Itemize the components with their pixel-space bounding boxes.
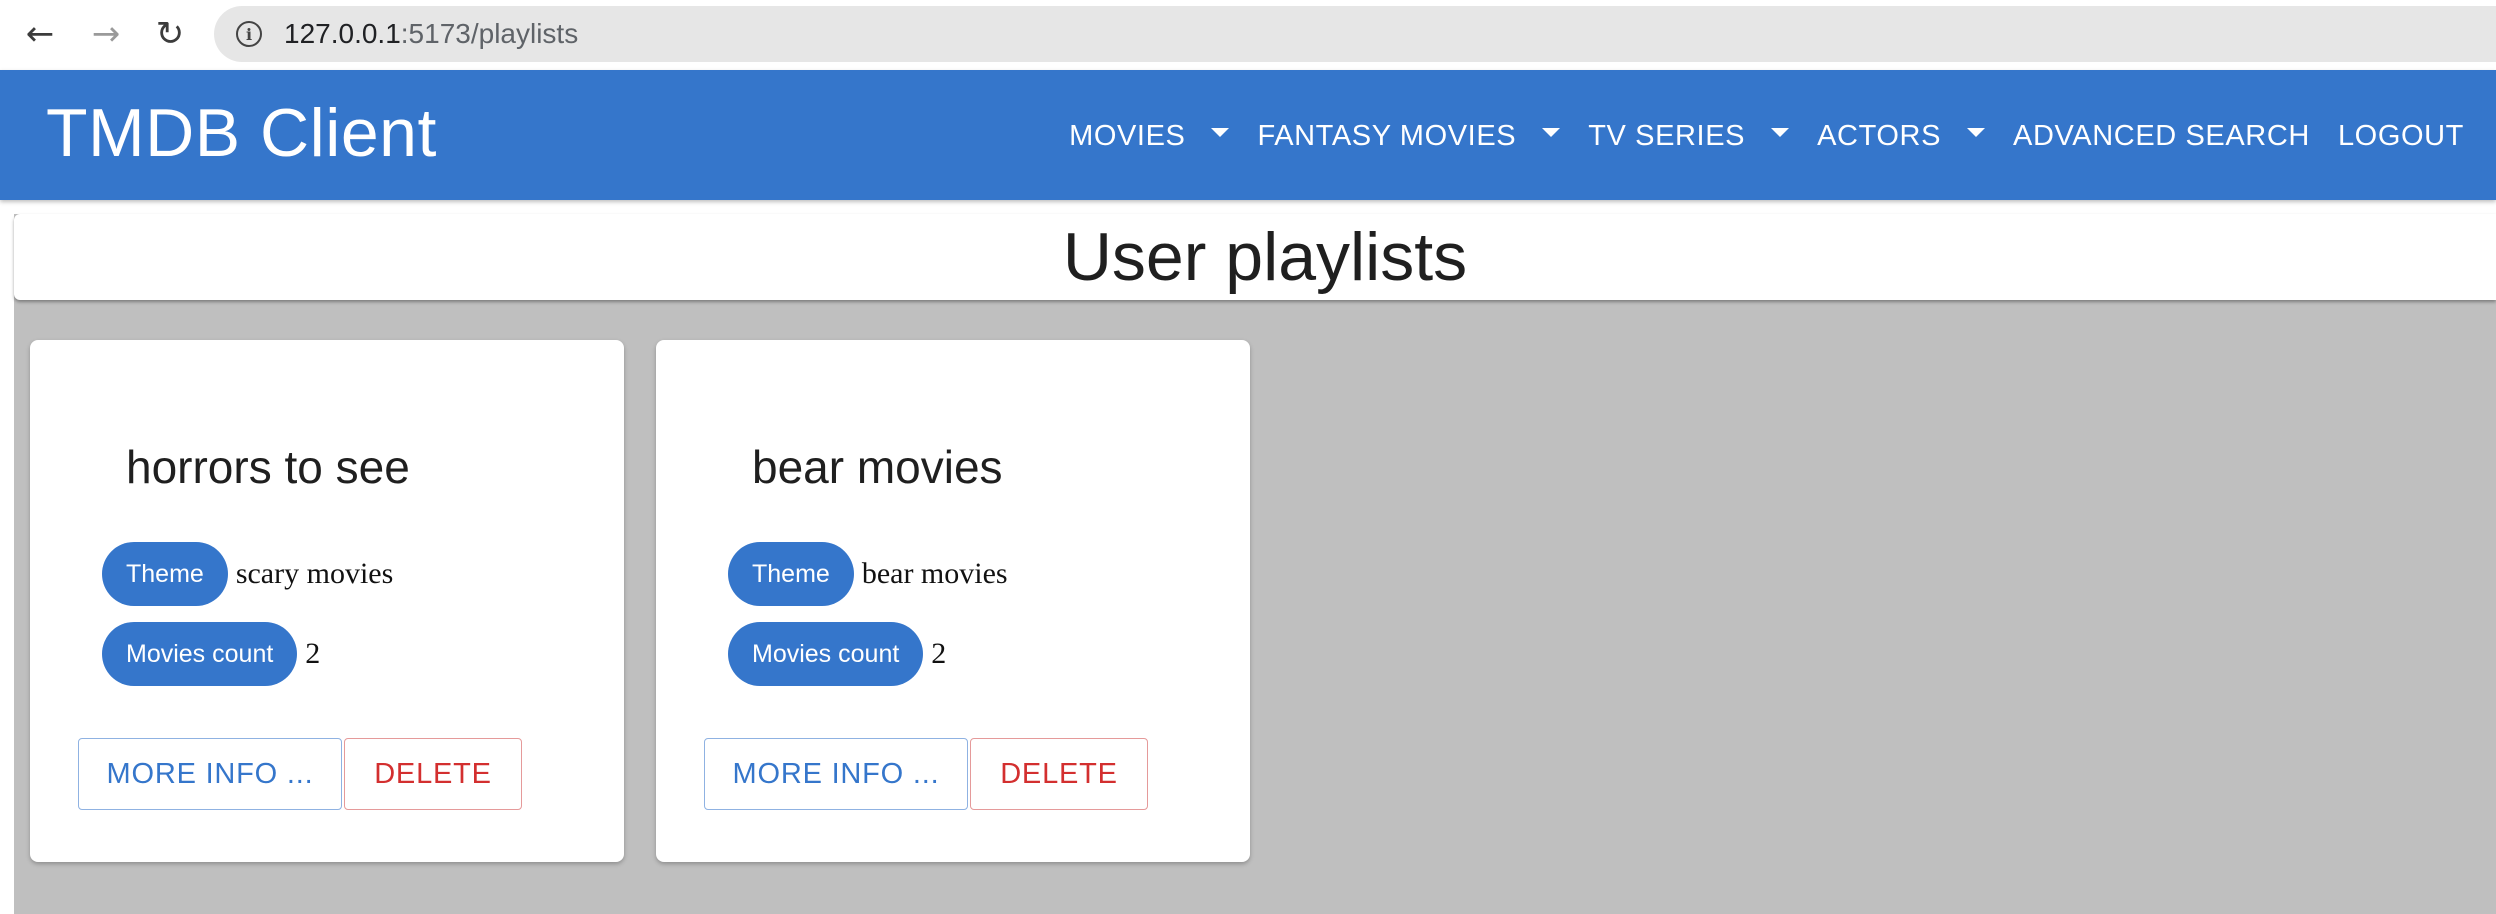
playlist-title: horrors to see xyxy=(126,441,410,493)
nav-label: TV SERIES xyxy=(1588,119,1746,152)
theme-chip: Theme xyxy=(102,542,228,606)
theme-row: Theme scary movies xyxy=(102,542,393,606)
playlist-card: horrors to see Theme scary movies Movies… xyxy=(30,340,624,862)
delete-button[interactable]: DELETE xyxy=(970,738,1148,810)
back-arrow-icon[interactable]: ← xyxy=(20,14,60,54)
main-content: User playlists horrors to see Theme scar… xyxy=(14,214,2496,914)
site-info-icon[interactable]: i xyxy=(236,21,262,47)
app-header: TMDB Client MOVIES FANTASY MOVIES TV SER… xyxy=(0,70,2496,200)
theme-value: bear movies xyxy=(861,557,1008,590)
address-bar[interactable]: i 127.0.0.1:5173/playlists xyxy=(214,6,2496,62)
main-nav: MOVIES FANTASY MOVIES TV SERIES ACTORS A… xyxy=(1055,116,2478,156)
dropdown-caret-icon[interactable] xyxy=(1967,127,1986,137)
nav-advanced-search[interactable]: ADVANCED SEARCH xyxy=(1999,116,2324,156)
nav-label: FANTASY MOVIES xyxy=(1257,119,1517,152)
app-title: TMDB Client xyxy=(46,95,437,171)
dropdown-caret-icon[interactable] xyxy=(1542,127,1561,137)
url-host: 127.0.0.1 xyxy=(284,18,401,49)
movies-count-chip: Movies count xyxy=(728,622,924,686)
forward-arrow-icon[interactable]: → xyxy=(86,14,126,54)
more-info-button[interactable]: MORE INFO ... xyxy=(704,738,968,810)
nav-tv-series[interactable]: TV SERIES xyxy=(1574,116,1803,156)
nav-label: ADVANCED SEARCH xyxy=(2013,119,2310,152)
playlist-title: bear movies xyxy=(752,441,1003,493)
delete-button[interactable]: DELETE xyxy=(344,738,522,810)
more-info-button[interactable]: MORE INFO ... xyxy=(78,738,342,810)
nav-logout[interactable]: LOGOUT xyxy=(2324,116,2478,156)
card-actions: MORE INFO ... DELETE xyxy=(78,738,522,810)
theme-row: Theme bear movies xyxy=(728,542,1008,606)
dropdown-caret-icon[interactable] xyxy=(1771,127,1790,137)
playlist-card: bear movies Theme bear movies Movies cou… xyxy=(656,340,1250,862)
url-path: :5173/playlists xyxy=(400,18,579,49)
movies-count-value: 2 xyxy=(305,637,321,670)
url-text[interactable]: 127.0.0.1:5173/playlists xyxy=(284,18,578,50)
dropdown-caret-icon[interactable] xyxy=(1211,127,1230,137)
theme-chip: Theme xyxy=(728,542,854,606)
reload-icon[interactable]: ↻ xyxy=(150,14,190,54)
nav-label: LOGOUT xyxy=(2337,119,2464,152)
card-actions: MORE INFO ... DELETE xyxy=(704,738,1148,810)
nav-label: ACTORS xyxy=(1817,119,1942,152)
movies-count-row: Movies count 2 xyxy=(102,622,320,686)
nav-movies[interactable]: MOVIES xyxy=(1055,116,1243,156)
page-header: User playlists xyxy=(14,214,2496,300)
page-title: User playlists xyxy=(1062,219,1468,295)
theme-value: scary movies xyxy=(235,557,394,590)
movies-count-value: 2 xyxy=(931,637,947,670)
nav-label: MOVIES xyxy=(1069,119,1186,152)
movies-count-chip: Movies count xyxy=(102,622,298,686)
browser-toolbar: ← → ↻ i 127.0.0.1:5173/playlists xyxy=(0,0,2496,70)
nav-actors[interactable]: ACTORS xyxy=(1803,116,1999,156)
nav-fantasy-movies[interactable]: FANTASY MOVIES xyxy=(1243,116,1574,156)
movies-count-row: Movies count 2 xyxy=(728,622,946,686)
